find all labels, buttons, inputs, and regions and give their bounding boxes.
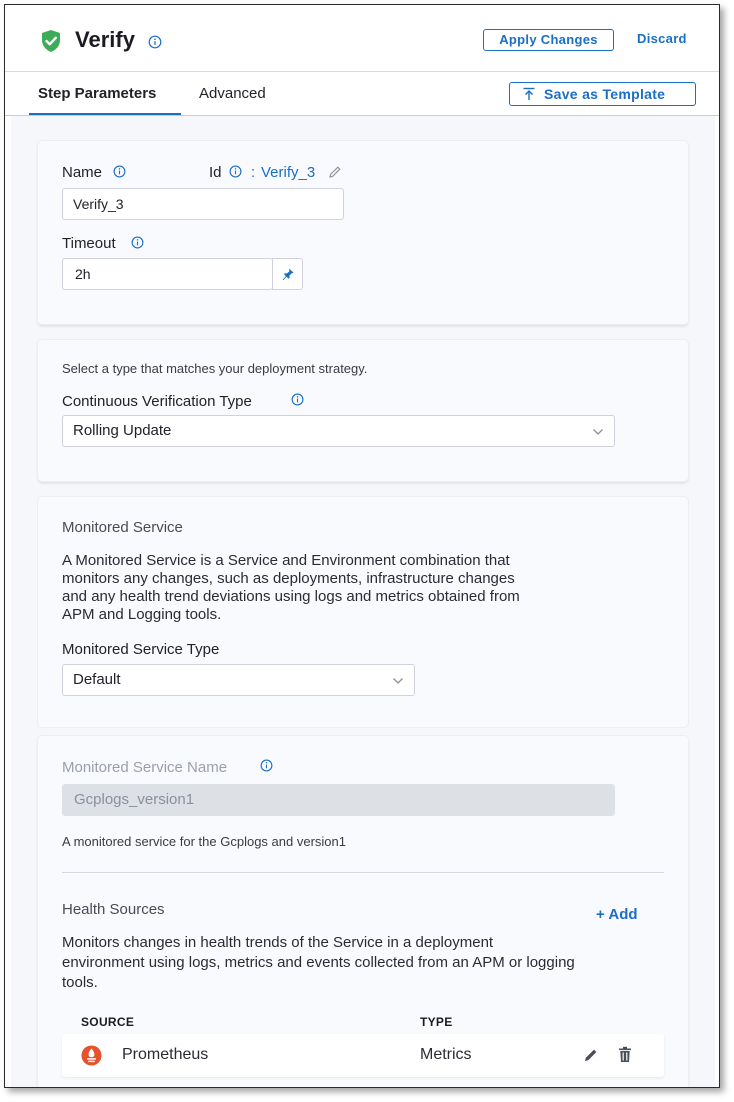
save-as-template-label: Save as Template (544, 86, 666, 102)
health-sources-line-3: tools. (62, 974, 98, 991)
verify-step-panel: Verify Apply Changes Discard Step Parame… (4, 4, 720, 1088)
timeout-label: Timeout (62, 235, 116, 252)
monitored-service-name-hint: A monitored service for the Gcplogs and … (62, 834, 346, 849)
id-value: Verify_3 (261, 164, 316, 181)
id-info-icon[interactable] (229, 165, 242, 178)
name-info-icon[interactable] (113, 165, 126, 178)
source-name: Prometheus (122, 1046, 209, 1063)
monitored-service-name-input: Gcplogs_version1 (62, 784, 615, 816)
add-health-source-button[interactable]: + Add (596, 906, 638, 923)
monitored-service-line-2: monitors any changes, such as deployment… (62, 570, 515, 587)
column-header-type: TYPE (420, 1015, 453, 1029)
name-label: Name (62, 164, 103, 181)
monitored-service-type-label: Monitored Service Type (62, 641, 220, 658)
cv-type-selected: Rolling Update (73, 422, 172, 439)
cv-type-label: Continuous Verification Type (62, 393, 252, 410)
id-separator: : (251, 164, 256, 181)
cv-type-info-icon[interactable] (291, 393, 304, 406)
source-type: Metrics (420, 1046, 472, 1063)
step-content: Name Id : Verify_3 Verify_3 Timeout 2h S… (11, 116, 715, 1087)
timeout-input[interactable]: 2h (62, 258, 273, 290)
apply-changes-button[interactable]: Apply Changes (483, 29, 614, 51)
pin-button[interactable] (272, 258, 303, 290)
prometheus-icon (81, 1045, 102, 1066)
cv-hint-text: Select a type that matches your deployme… (62, 361, 368, 376)
monitored-service-line-3: and any health trend deviations using lo… (62, 588, 520, 605)
health-sources-heading: Health Sources (62, 901, 165, 918)
id-label: Id (209, 164, 222, 181)
health-sources-card: Monitored Service Name Gcplogs_version1 … (38, 736, 688, 1087)
discard-button[interactable]: Discard (637, 31, 687, 46)
tab-step-parameters[interactable]: Step Parameters (38, 85, 156, 102)
monitored-service-type-select[interactable]: Default (62, 664, 415, 696)
monitored-service-line-1: A Monitored Service is a Service and Env… (62, 552, 510, 569)
column-header-source: SOURCE (81, 1015, 135, 1029)
cv-type-card: Select a type that matches your deployme… (38, 340, 688, 481)
monitored-service-type-selected: Default (73, 671, 121, 688)
monitored-service-name-label: Monitored Service Name (62, 759, 228, 776)
tab-advanced[interactable]: Advanced (199, 85, 266, 102)
health-sources-line-1: Monitors changes in health trends of the… (62, 934, 494, 951)
verified-check-icon (42, 30, 60, 52)
chevron-down-icon (393, 678, 403, 684)
cv-type-select[interactable]: Rolling Update (62, 415, 615, 447)
tab-bar: Step Parameters Advanced Save as Templat… (5, 72, 719, 116)
basic-card: Name Id : Verify_3 Verify_3 Timeout 2h (38, 141, 688, 324)
step-title: Verify (75, 27, 135, 52)
edit-icon[interactable] (583, 1047, 599, 1063)
save-as-template-button[interactable]: Save as Template (509, 82, 696, 106)
monitored-service-card: Monitored Service A Monitored Service is… (38, 497, 688, 727)
step-header: Verify Apply Changes Discard (5, 5, 719, 71)
health-sources-line-2: environment using logs, metrics and even… (62, 954, 575, 971)
name-input[interactable]: Verify_3 (62, 188, 344, 220)
chevron-down-icon (593, 429, 603, 435)
monitored-service-line-4: APM and Logging tools. (62, 606, 222, 623)
timeout-info-icon[interactable] (131, 236, 144, 249)
table-row[interactable]: Prometheus Metrics (62, 1034, 664, 1077)
pin-icon (282, 268, 294, 281)
delete-icon[interactable] (617, 1046, 633, 1063)
monitored-service-heading: Monitored Service (62, 519, 183, 536)
info-icon[interactable] (148, 35, 162, 49)
upload-icon (523, 87, 535, 100)
edit-pencil-icon[interactable] (328, 165, 342, 179)
monitored-service-name-info-icon[interactable] (260, 759, 273, 772)
section-divider (62, 872, 664, 873)
